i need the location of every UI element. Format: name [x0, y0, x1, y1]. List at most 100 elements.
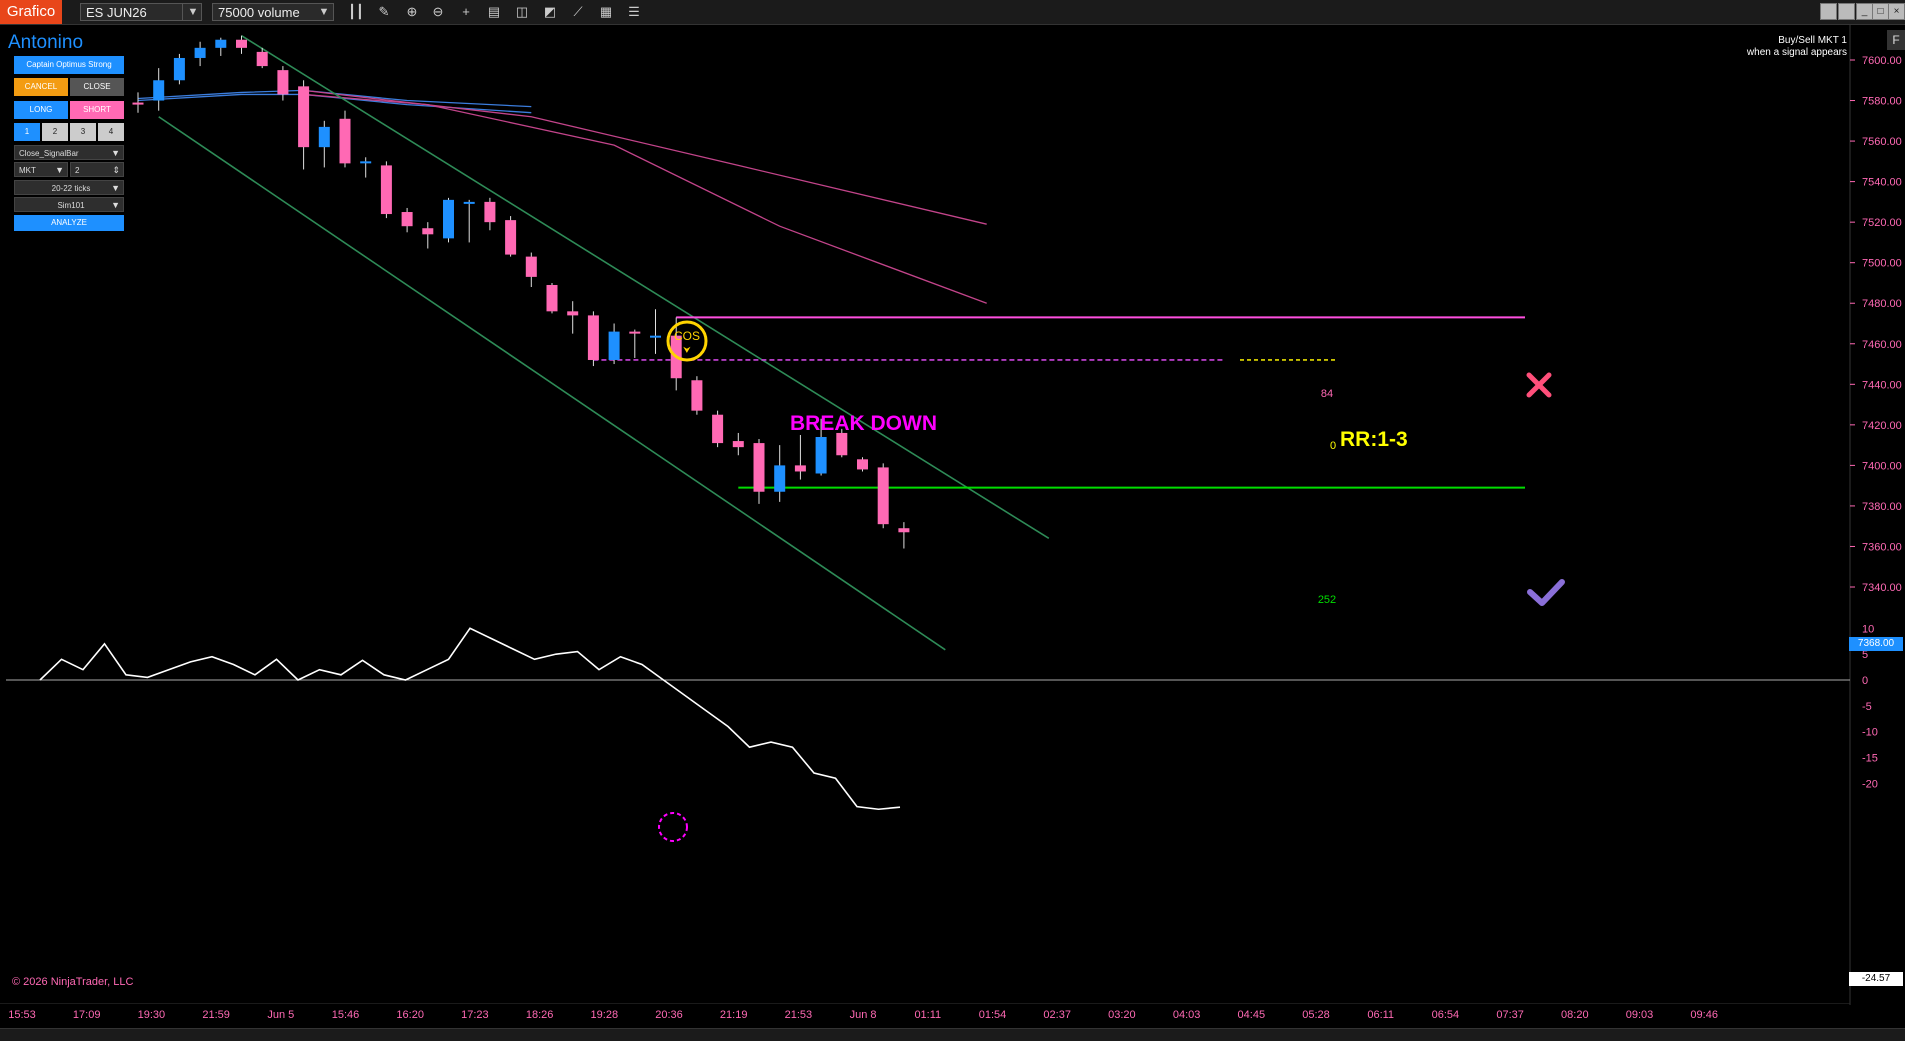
long-button[interactable]: LONG	[14, 101, 68, 119]
candle	[463, 199, 475, 243]
analyze-button[interactable]: ANALYZE	[14, 215, 124, 231]
time-axis-label: 19:28	[591, 1009, 619, 1021]
chevron-down-icon[interactable]: ▼	[182, 3, 203, 21]
candle	[339, 110, 351, 168]
candle	[318, 120, 330, 168]
price-chart[interactable]: 7600.00 7580.00 7560.00 7540.00 7520.00 7500.…	[0, 25, 1905, 1025]
exit-mode-select[interactable]: Close_SignalBar ▼	[14, 145, 124, 160]
exit-mode-value: Close_SignalBar	[19, 149, 79, 158]
stop-x-icon	[1526, 372, 1552, 398]
candle-body	[587, 315, 599, 360]
ma-pink-2	[303, 93, 987, 304]
cancel-button[interactable]: CANCEL	[14, 78, 68, 96]
candle-body	[877, 467, 889, 525]
candle-body	[463, 201, 475, 204]
osc-axis-label: -15	[1862, 753, 1878, 765]
order-qty-stepper[interactable]: 2 ⇕	[70, 162, 124, 177]
candle-body	[608, 331, 620, 360]
candle	[691, 376, 703, 415]
candle	[629, 329, 641, 358]
draw-tool-icon[interactable]: ✎	[374, 3, 394, 21]
trade-panel: Antonino Captain Optimus Strong CANCEL C…	[8, 32, 124, 231]
chevron-down-icon: ▼	[111, 183, 120, 193]
strategies-icon[interactable]: ◩	[540, 3, 560, 21]
qty-button-4[interactable]: 4	[98, 123, 124, 141]
candle-body	[132, 102, 144, 105]
data-box-icon[interactable]: ☰	[624, 3, 644, 21]
osc-axis-label: -20	[1862, 778, 1878, 790]
close-button[interactable]: CLOSE	[70, 78, 124, 96]
channel-upper[interactable]	[241, 34, 1050, 540]
price-axis-label: 7420.00	[1862, 420, 1902, 432]
price-axis-label: 7400.00	[1862, 460, 1902, 472]
time-axis-label: 17:09	[73, 1009, 101, 1021]
strategy-button[interactable]: Captain Optimus Strong	[14, 56, 124, 74]
candle	[422, 222, 434, 249]
account-select[interactable]: Sim101 ▼	[14, 197, 124, 212]
order-type-value: MKT	[19, 166, 36, 175]
candle-body	[857, 459, 868, 470]
candle	[360, 157, 372, 178]
time-axis-label: 20:36	[655, 1009, 683, 1021]
candle-body	[401, 212, 413, 227]
time-axis-label: Jun 5	[267, 1009, 294, 1021]
minimize-icon[interactable]: _	[1856, 3, 1873, 20]
chevron-down-icon[interactable]: ▼	[314, 3, 334, 21]
calculator-icon[interactable]: ▦	[596, 3, 616, 21]
candle-body	[525, 256, 537, 277]
chart-area[interactable]: 7600.00 7580.00 7560.00 7540.00 7520.00 7500.…	[0, 25, 1905, 1025]
candle-body	[236, 39, 247, 48]
time-axis-label: 18:26	[526, 1009, 554, 1021]
candle-body	[732, 441, 744, 448]
candle-body	[443, 199, 454, 239]
signal-note: Buy/Sell MKT 1 when a signal appears	[1747, 35, 1847, 59]
candle-body	[567, 311, 579, 316]
price-axis-label: 7480.00	[1862, 298, 1902, 310]
candle	[753, 439, 765, 504]
bar-style-icon[interactable]: ┃┃	[346, 3, 366, 21]
candle-body	[794, 465, 806, 472]
side-toggle-button[interactable]: F	[1887, 30, 1905, 50]
risk-reward-label: RR:1-3	[1340, 428, 1408, 451]
time-axis-label: 02:37	[1043, 1009, 1071, 1021]
tab-grafico[interactable]: Grafico	[0, 0, 62, 24]
zoom-out-icon[interactable]: ⊖	[428, 3, 448, 21]
channel-lower[interactable]	[158, 116, 946, 651]
time-axis-label: 15:46	[332, 1009, 360, 1021]
current-price-tag: 7368.00	[1849, 637, 1903, 651]
price-axis-label: 7380.00	[1862, 501, 1902, 513]
candle-body	[815, 437, 827, 474]
candle-body	[380, 165, 392, 215]
crosshair-icon[interactable]: +	[456, 3, 476, 21]
candle	[712, 410, 724, 448]
indicators-icon[interactable]: ⟋	[568, 3, 588, 21]
properties-icon[interactable]: ▤	[484, 3, 504, 21]
zoom-in-icon[interactable]: ⊕	[402, 3, 422, 21]
tile-icon[interactable]	[1820, 3, 1837, 20]
panel-title: Antonino	[8, 32, 84, 53]
time-axis-label: 19:30	[138, 1009, 166, 1021]
cos-label: COS	[674, 329, 700, 343]
qty-button-3[interactable]: 3	[70, 123, 96, 141]
chart-toolbar: Grafico ES JUN26 ▼ 75000 volume ▼ ┃┃ ✎ ⊕…	[0, 0, 1905, 25]
templates-icon[interactable]: ◫	[512, 3, 532, 21]
stop-ticks-select[interactable]: 20-22 ticks ▼	[14, 180, 124, 195]
window-icon[interactable]	[1838, 3, 1855, 20]
time-axis-label: 05:28	[1302, 1009, 1330, 1021]
order-type-select[interactable]: MKT ▼	[14, 162, 68, 177]
maximize-icon[interactable]: □	[1872, 3, 1889, 20]
close-icon[interactable]: ×	[1888, 3, 1905, 20]
candle	[505, 216, 517, 257]
stepper-arrows-icon[interactable]: ⇕	[112, 163, 120, 178]
candle-body	[277, 70, 289, 95]
time-axis-label: 17:23	[461, 1009, 489, 1021]
chevron-down-icon: ▼	[111, 200, 120, 210]
candle-body	[422, 228, 434, 235]
time-axis: 15:53 17:09 19:30 21:59 Jun 5 15:46 16:20 17:23…	[0, 1003, 1850, 1021]
short-button[interactable]: SHORT	[70, 101, 124, 119]
arrow-down-icon: ⮟	[683, 345, 691, 355]
osc-axis-label: -5	[1862, 701, 1872, 713]
qty-button-2[interactable]: 2	[42, 123, 68, 141]
qty-button-1[interactable]: 1	[14, 123, 40, 141]
candle	[857, 457, 868, 472]
